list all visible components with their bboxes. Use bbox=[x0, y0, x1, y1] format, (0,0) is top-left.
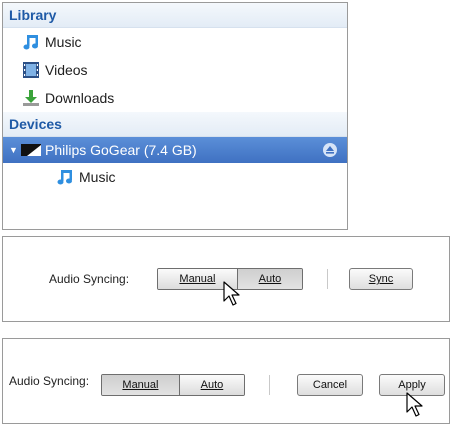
separator bbox=[327, 269, 328, 289]
audio-sync-panel-apply: Audio Syncing: Manual Auto Cancel Apply bbox=[2, 338, 450, 424]
device-label: Philips GoGear (7.4 GB) bbox=[45, 142, 197, 158]
eject-icon[interactable] bbox=[323, 143, 337, 157]
mouse-cursor-icon bbox=[223, 281, 240, 306]
library-panel: Library Music Videos Downloads Devices ▼… bbox=[2, 2, 348, 230]
cancel-button[interactable]: Cancel bbox=[297, 374, 363, 396]
device-child-music[interactable]: Music bbox=[3, 163, 347, 191]
audio-syncing-label: Audio Syncing: bbox=[49, 272, 130, 286]
expand-arrow-icon[interactable]: ▼ bbox=[9, 145, 19, 155]
device-icon bbox=[21, 143, 41, 157]
music-note-icon bbox=[21, 32, 41, 52]
devices-header: Devices bbox=[3, 112, 347, 137]
audio-syncing-label: Audio Syncing: bbox=[9, 374, 90, 388]
device-child-label: Music bbox=[79, 169, 116, 185]
library-header: Library bbox=[3, 3, 347, 28]
device-item-philips-gogear[interactable]: ▼ Philips GoGear (7.4 GB) bbox=[3, 137, 347, 163]
audio-sync-panel: Audio Syncing: Manual Auto Sync bbox=[2, 236, 450, 322]
library-item-music[interactable]: Music bbox=[3, 28, 347, 56]
library-item-label: Downloads bbox=[45, 90, 115, 106]
mouse-cursor-icon bbox=[406, 392, 423, 417]
library-item-label: Music bbox=[45, 34, 82, 50]
music-note-icon bbox=[55, 167, 75, 187]
auto-option[interactable]: Auto bbox=[178, 375, 244, 395]
film-icon bbox=[21, 60, 41, 80]
manual-option[interactable]: Manual bbox=[102, 375, 179, 395]
library-item-downloads[interactable]: Downloads bbox=[3, 84, 347, 112]
sync-button[interactable]: Sync bbox=[349, 268, 413, 290]
sync-mode-toggle[interactable]: Manual Auto bbox=[101, 374, 245, 396]
auto-option[interactable]: Auto bbox=[236, 269, 302, 289]
library-item-videos[interactable]: Videos bbox=[3, 56, 347, 84]
separator bbox=[269, 375, 270, 395]
download-icon bbox=[21, 88, 41, 108]
library-item-label: Videos bbox=[45, 62, 88, 78]
